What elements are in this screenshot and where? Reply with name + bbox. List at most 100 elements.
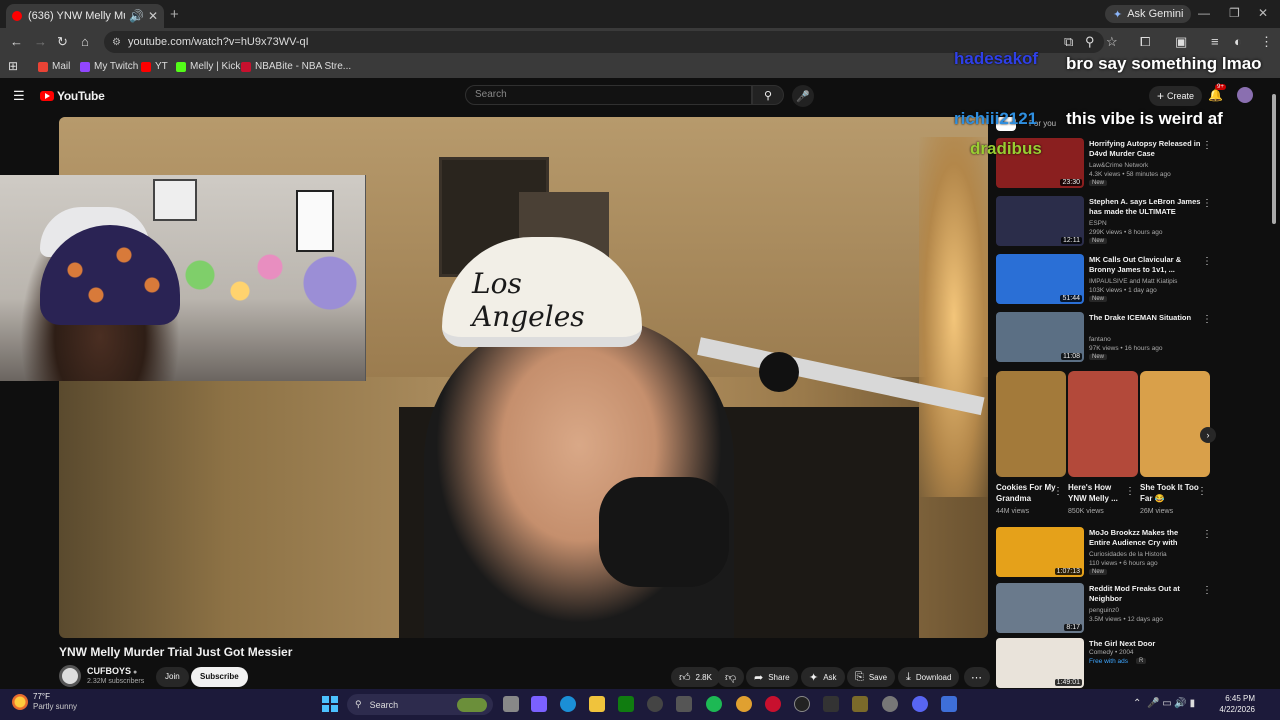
tab-close-icon[interactable]: ✕ bbox=[148, 9, 158, 23]
browser-menu-icon[interactable]: ⋮ bbox=[1260, 34, 1273, 50]
short-thumbnail[interactable] bbox=[1140, 371, 1210, 477]
more-vertical-icon[interactable]: ⋮ bbox=[1125, 486, 1135, 497]
edge-icon[interactable] bbox=[560, 696, 576, 712]
reload-icon[interactable]: ↻ bbox=[57, 34, 68, 50]
hamburger-menu-icon[interactable]: ☰ bbox=[13, 88, 25, 104]
short-title[interactable]: She Took It Too Far 😂 bbox=[1140, 482, 1202, 504]
store-icon[interactable] bbox=[676, 696, 692, 712]
forward-icon[interactable]: → bbox=[34, 34, 47, 49]
recommendation-item[interactable]: 1:49:01 The Girl Next Door Comedy • 2004… bbox=[996, 638, 1211, 690]
bookmark-yt[interactable]: YT bbox=[141, 61, 168, 72]
recommendation-channel[interactable]: fantano bbox=[1089, 336, 1111, 343]
weather-widget[interactable]: 77°F Partly sunny bbox=[12, 692, 77, 712]
recommendation-title[interactable]: MoJo Brookzz Makes the Entire Audience C… bbox=[1089, 528, 1201, 549]
notifications-bell-icon[interactable]: 🔔 9+ bbox=[1208, 84, 1226, 102]
recommendation-item[interactable]: 51:44 MK Calls Out Clavicular & Bronny J… bbox=[996, 254, 1212, 306]
chevron-up-icon[interactable]: ⌃ bbox=[1133, 698, 1141, 709]
recommendation-channel[interactable]: Curiosidades de la Historia bbox=[1089, 551, 1167, 558]
recommendation-thumbnail[interactable]: 12:11 bbox=[996, 196, 1084, 246]
account-avatar[interactable] bbox=[1237, 87, 1253, 103]
share-button[interactable]: ➦ Share bbox=[746, 667, 798, 687]
scrollbar-thumb[interactable] bbox=[1272, 94, 1276, 224]
game-icon[interactable] bbox=[852, 696, 868, 712]
more-vertical-icon[interactable]: ⋮ bbox=[1202, 529, 1212, 540]
short-title[interactable]: Here's How YNW Melly ... bbox=[1068, 482, 1130, 504]
window-close-icon[interactable]: ✕ bbox=[1258, 6, 1268, 20]
maximize-icon[interactable]: ❐ bbox=[1229, 6, 1240, 20]
recommendation-item[interactable]: 11:08 The Drake ICEMAN Situation fantano… bbox=[996, 312, 1212, 364]
clock[interactable]: 6:45 PM 4/22/2026 bbox=[1215, 693, 1255, 715]
site-info-icon[interactable]: ⚙ bbox=[112, 37, 121, 48]
extensions-icon[interactable]: ⧠ bbox=[1140, 34, 1150, 50]
page-scrollbar[interactable] bbox=[1271, 84, 1277, 684]
recommendation-thumbnail[interactable]: 1:07:13 bbox=[996, 527, 1084, 577]
spotify-icon[interactable] bbox=[706, 696, 722, 712]
dislike-button[interactable]: 👎︎ bbox=[717, 667, 745, 687]
shorts-next-chevron-icon[interactable]: › bbox=[1200, 427, 1216, 443]
more-vertical-icon[interactable]: ⋮ bbox=[1053, 486, 1063, 497]
media-controls-icon[interactable]: ≡ bbox=[1211, 34, 1219, 49]
profile-icon[interactable]: ◐ bbox=[1234, 34, 1242, 49]
system-tray[interactable]: ⌃ 🎤 ▭ 🔊 ▮ bbox=[1133, 698, 1195, 709]
app-icon[interactable] bbox=[647, 696, 663, 712]
bookmark-melly-kick[interactable]: Melly | Kick bbox=[176, 61, 240, 72]
recommendation-title[interactable]: Horrifying Autopsy Released in D4vd Murd… bbox=[1089, 139, 1201, 159]
more-vertical-icon[interactable]: ⋮ bbox=[1197, 486, 1207, 497]
home-icon[interactable]: ⌂ bbox=[81, 34, 89, 49]
recommendation-title[interactable]: MK Calls Out Clavicular & Bronny James t… bbox=[1089, 255, 1201, 275]
channel-name[interactable]: CUFBOYS ● bbox=[87, 666, 137, 676]
create-button[interactable]: + Create bbox=[1149, 86, 1203, 106]
media-app-icon[interactable] bbox=[765, 696, 781, 712]
chrome-icon[interactable] bbox=[736, 696, 752, 712]
recommendation-item[interactable]: 1:07:13 MoJo Brookzz Makes the Entire Au… bbox=[996, 527, 1212, 579]
subscribe-button[interactable]: Subscribe bbox=[191, 667, 248, 687]
bookmark-my-twitch[interactable]: My Twitch bbox=[80, 61, 138, 72]
recommendation-title[interactable]: Stephen A. says LeBron James has made th… bbox=[1089, 197, 1201, 218]
bookmark-star-icon[interactable]: ☆ bbox=[1106, 34, 1118, 50]
recommendation-channel[interactable]: Comedy • 2004 bbox=[1089, 649, 1134, 656]
zoom-icon[interactable]: ⚲ bbox=[1085, 34, 1095, 50]
short-thumbnail[interactable] bbox=[1068, 371, 1138, 477]
voice-search-button[interactable]: 🎤 bbox=[792, 85, 814, 107]
recommendation-title[interactable]: The Girl Next Door bbox=[1089, 639, 1201, 649]
ask-button[interactable]: ✦ Ask bbox=[801, 667, 845, 687]
new-tab-button[interactable]: + bbox=[170, 6, 179, 23]
app2-icon[interactable] bbox=[941, 696, 957, 712]
install-app-icon[interactable]: ⧉ bbox=[1064, 34, 1073, 50]
more-vertical-icon[interactable]: ⋮ bbox=[1202, 256, 1212, 267]
speaker-icon[interactable]: 🔊 bbox=[129, 9, 144, 23]
browser-tab[interactable]: (636) YNW Melly Murder Tr 🔊 ✕ bbox=[6, 4, 164, 28]
obs-icon[interactable] bbox=[823, 696, 839, 712]
channel-avatar[interactable] bbox=[59, 665, 81, 687]
more-vertical-icon[interactable]: ⋮ bbox=[1202, 198, 1212, 209]
download-button[interactable]: ⤓ Download bbox=[898, 667, 960, 687]
more-vertical-icon[interactable]: ⋮ bbox=[1202, 585, 1212, 596]
recommendation-channel[interactable]: penguinz0 bbox=[1089, 607, 1119, 614]
recommendation-thumbnail[interactable]: 11:08 bbox=[996, 312, 1084, 362]
side-panel-icon[interactable]: ▣ bbox=[1175, 34, 1187, 50]
ask-gemini-button[interactable]: ✦ Ask Gemini bbox=[1105, 5, 1192, 23]
recommendation-item[interactable]: 8:17 Reddit Mod Freaks Out at Neighbor p… bbox=[996, 583, 1212, 635]
save-button[interactable]: ⎘ Save bbox=[847, 667, 896, 687]
copilot-icon[interactable] bbox=[531, 696, 547, 712]
file-explorer-icon[interactable] bbox=[589, 696, 605, 712]
player-icon[interactable] bbox=[794, 696, 810, 712]
youtube-logo[interactable]: YouTube bbox=[40, 89, 105, 103]
recommendation-thumbnail[interactable]: 1:49:01 bbox=[996, 638, 1084, 688]
task-view-icon[interactable] bbox=[503, 696, 519, 712]
like-button[interactable]: 👍︎ 2.8K bbox=[671, 667, 720, 687]
minimize-icon[interactable]: — bbox=[1198, 6, 1210, 20]
bookmark-nbabite[interactable]: NBABite - NBA Stre... bbox=[241, 61, 351, 72]
back-icon[interactable]: ← bbox=[10, 34, 23, 49]
recommendation-channel[interactable]: ESPN bbox=[1089, 220, 1107, 227]
recommendation-title[interactable]: The Drake ICEMAN Situation bbox=[1089, 313, 1201, 323]
more-vertical-icon[interactable]: ⋮ bbox=[1202, 140, 1212, 151]
recommendation-thumbnail[interactable]: 51:44 bbox=[996, 254, 1084, 304]
xbox-icon[interactable] bbox=[618, 696, 634, 712]
recommendation-thumbnail[interactable]: 8:17 bbox=[996, 583, 1084, 633]
start-button[interactable] bbox=[322, 696, 338, 712]
recommendation-item[interactable]: 12:11 Stephen A. says LeBron James has m… bbox=[996, 196, 1212, 248]
short-thumbnail[interactable] bbox=[996, 371, 1066, 477]
short-title[interactable]: Cookies For My Grandma bbox=[996, 482, 1058, 504]
recommendation-channel[interactable]: Law&Crime Network bbox=[1089, 162, 1148, 169]
